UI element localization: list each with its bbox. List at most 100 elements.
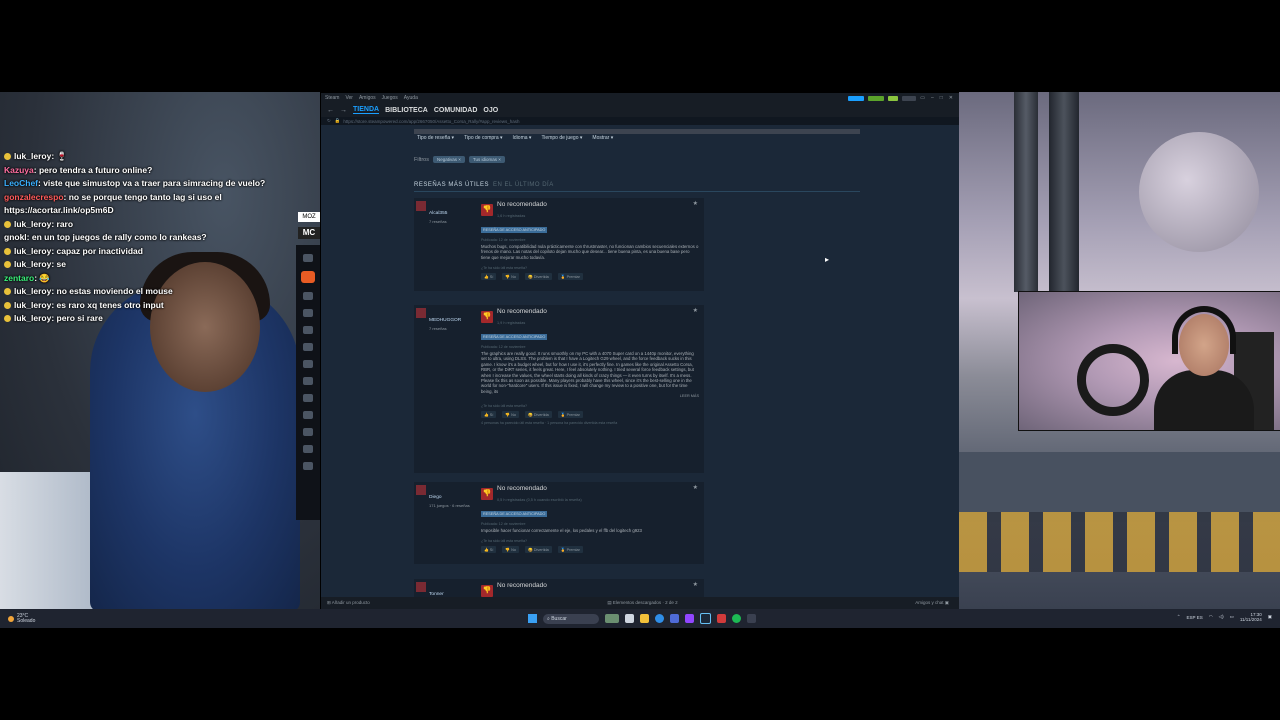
twitch-icon[interactable]: [685, 614, 694, 623]
chat-username[interactable]: zentaro: [4, 273, 34, 283]
menu-steam[interactable]: Steam: [325, 95, 339, 101]
avatar[interactable]: [888, 95, 899, 101]
volume-icon[interactable]: ◁): [1219, 614, 1224, 620]
vote-no-button[interactable]: 👎 No: [502, 411, 520, 419]
add-product-button[interactable]: ⊞ Añadir un producto: [327, 600, 370, 606]
battery-icon[interactable]: ▭: [1230, 614, 1234, 620]
chat-username[interactable]: Kazuya: [4, 165, 34, 175]
spotify-icon[interactable]: [732, 614, 741, 623]
store-icon[interactable]: [670, 614, 679, 623]
clock-icon[interactable]: [303, 360, 313, 368]
vote-no-button[interactable]: 👎 No: [502, 546, 520, 554]
app-red-icon[interactable]: [717, 614, 726, 623]
tab-biblioteca[interactable]: BIBLIOTECA: [385, 107, 428, 114]
flag-icon[interactable]: [303, 411, 313, 419]
menu-amigos[interactable]: Amigos: [359, 95, 376, 101]
chat-username[interactable]: luk_leroy: [14, 313, 51, 323]
review-verdict[interactable]: No recomendado: [497, 201, 547, 208]
wifi-icon[interactable]: ◠: [1209, 614, 1213, 620]
tray-lang[interactable]: ESP ES: [1187, 615, 1203, 620]
pen-icon[interactable]: [303, 394, 313, 402]
vote-yes-button[interactable]: 👍 Sí: [481, 273, 497, 281]
chat-username[interactable]: luk_leroy: [14, 151, 51, 161]
award-button[interactable]: 🏅 Premiar: [557, 273, 583, 281]
steam-icon[interactable]: [700, 613, 711, 624]
windows-start-icon[interactable]: [528, 614, 537, 623]
user-icon[interactable]: [303, 377, 313, 385]
filter-chip-negativas[interactable]: Negativas ×: [432, 156, 465, 163]
reviewer-name[interactable]: Alcal355: [429, 211, 447, 216]
taskbar-search[interactable]: ⌕ Buscar: [543, 613, 599, 624]
reviewer-name[interactable]: Diego: [429, 495, 442, 500]
trophy-icon[interactable]: [303, 445, 313, 453]
chat-username[interactable]: luk_leroy: [14, 286, 51, 296]
dropdown-tiempo-juego[interactable]: Tiempo de juego ▾: [541, 135, 582, 141]
chart-icon[interactable]: [303, 309, 313, 317]
dropdown-tipo-compra[interactable]: Tipo de compra ▾: [464, 135, 502, 141]
review-verdict[interactable]: No recomendado: [497, 308, 547, 315]
vote-funny-button[interactable]: 😀 Divertida: [525, 273, 552, 281]
home-icon[interactable]: [303, 254, 313, 262]
star-icon[interactable]: ★: [693, 581, 698, 588]
record-icon[interactable]: [301, 271, 315, 283]
avatar[interactable]: [416, 582, 426, 592]
announce-icon[interactable]: [868, 95, 885, 101]
screen-icon[interactable]: ▭: [920, 95, 925, 101]
vote-funny-button[interactable]: 😀 Divertida: [525, 411, 552, 419]
dropdown-tipo-resena[interactable]: Tipo de reseña ▾: [417, 135, 454, 141]
chat-username[interactable]: LeoChef: [4, 178, 38, 188]
close-icon[interactable]: ✕: [949, 95, 953, 101]
avatar[interactable]: [416, 201, 426, 211]
tray-chevron-icon[interactable]: ⌃: [1177, 614, 1181, 620]
filter-chip-idiomas[interactable]: Tus idiomas ×: [468, 156, 505, 163]
review-verdict[interactable]: No recomendado: [497, 582, 547, 589]
file-explorer-icon[interactable]: [640, 614, 649, 623]
avatar[interactable]: [416, 308, 426, 318]
forward-arrow-icon[interactable]: →: [340, 107, 347, 114]
account-menu[interactable]: [902, 95, 917, 101]
vote-yes-button[interactable]: 👍 Sí: [481, 546, 497, 554]
menu-juegos[interactable]: Juegos: [382, 95, 398, 101]
friends-chat-button[interactable]: Amigos y chat ▣: [915, 600, 949, 606]
read-more-link[interactable]: LEER MÁS: [481, 394, 699, 398]
task-view-icon[interactable]: [625, 614, 634, 623]
edge-icon[interactable]: [655, 614, 664, 623]
avatar[interactable]: [416, 485, 426, 495]
tag-icon[interactable]: [303, 343, 313, 351]
cloud-icon[interactable]: [303, 462, 313, 470]
chat-icon[interactable]: [303, 326, 313, 334]
award-button[interactable]: 🏅 Premiar: [557, 546, 583, 554]
chat-username[interactable]: luk_leroy: [14, 259, 51, 269]
star-icon[interactable]: ★: [693, 484, 698, 491]
chat-username[interactable]: luk_leroy: [14, 246, 51, 256]
vote-funny-button[interactable]: 😀 Divertida: [525, 546, 552, 554]
url-bar[interactable]: ↻ 🔒 https://store.steampowered.com/app/2…: [321, 117, 959, 125]
star-icon[interactable]: ★: [693, 307, 698, 314]
back-arrow-icon[interactable]: ←: [327, 107, 334, 114]
star-icon[interactable]: ★: [693, 200, 698, 207]
maximize-icon[interactable]: □: [940, 95, 943, 101]
tab-ojo[interactable]: OJO: [483, 107, 498, 114]
notification-bell-icon[interactable]: ▣: [1268, 614, 1272, 620]
widgets-icon[interactable]: [605, 614, 619, 623]
obs-icon[interactable]: [747, 614, 756, 623]
weather-widget[interactable]: 23°C Soleado: [8, 613, 35, 624]
dropdown-mostrar[interactable]: Mostrar ▾: [592, 135, 613, 141]
vote-yes-button[interactable]: 👍 Sí: [481, 411, 497, 419]
chat-username[interactable]: luk_leroy: [14, 300, 51, 310]
minimize-icon[interactable]: –: [931, 95, 934, 101]
menu-ayuda[interactable]: Ayuda: [404, 95, 418, 101]
tab-tienda[interactable]: TIENDA: [353, 106, 380, 114]
dropdown-idioma[interactable]: Idioma ▾: [513, 135, 532, 141]
reload-icon[interactable]: ↻: [327, 118, 331, 124]
review-verdict[interactable]: No recomendado: [497, 485, 547, 492]
chat-username[interactable]: gonzalecrespo: [4, 192, 64, 202]
clock[interactable]: 17:30 11/11/2024: [1240, 612, 1262, 622]
downloads-status[interactable]: ▤ Elementos descargados · 2 de 2: [607, 600, 677, 606]
chat-username[interactable]: luk_leroy: [14, 219, 51, 229]
award-button[interactable]: 🏅 Premiar: [557, 411, 583, 419]
tab-comunidad[interactable]: COMUNIDAD: [434, 107, 478, 114]
chat-username[interactable]: gnokl: [4, 232, 27, 242]
notification-icon[interactable]: [848, 95, 865, 101]
menu-ver[interactable]: Ver: [345, 95, 353, 101]
